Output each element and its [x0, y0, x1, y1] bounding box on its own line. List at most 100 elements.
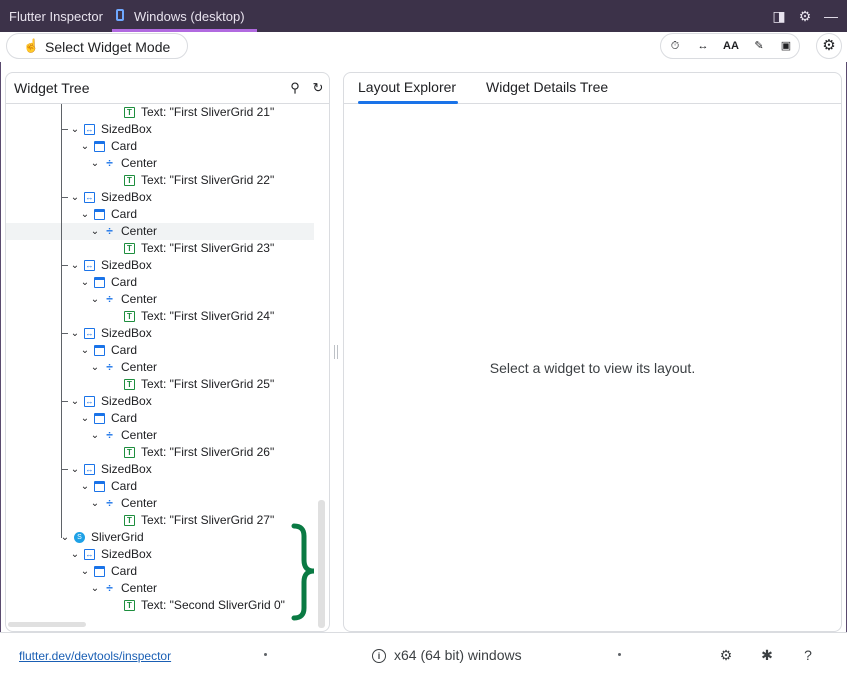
tree-row[interactable]: ⌄ Card	[6, 478, 306, 495]
text-baseline-icon[interactable]: AA	[723, 38, 739, 54]
image-icon[interactable]: ▣	[778, 38, 794, 54]
tree-row-label: SizedBox	[101, 190, 152, 204]
tree-row[interactable]: T Text: "First SliverGrid 24"	[6, 308, 306, 325]
tab-widget-details-tree[interactable]: Widget Details Tree	[486, 79, 608, 95]
tree-guide-line	[61, 469, 68, 470]
tree-row-label: SizedBox	[101, 326, 152, 340]
tree-row[interactable]: T Text: "First SliverGrid 21"	[6, 104, 306, 121]
chevron-down-icon[interactable]: ⌄	[80, 342, 90, 359]
tree-row[interactable]: ⌄ ↔ SizedBox	[6, 189, 306, 206]
dock-icon[interactable]: ◨	[771, 8, 787, 24]
chevron-down-icon[interactable]: ⌄	[90, 291, 100, 308]
chevron-down-icon[interactable]: ⌄	[80, 206, 90, 223]
chevron-down-icon[interactable]: ⌄	[80, 478, 90, 495]
chevron-down-icon[interactable]: ⌄	[90, 223, 100, 240]
chevron-down-icon[interactable]: ⌄	[90, 495, 100, 512]
tree-row[interactable]: ⌄ Card	[6, 206, 306, 223]
help-icon[interactable]: ?	[800, 647, 816, 663]
inspector-settings-button[interactable]: ⚙	[816, 33, 842, 59]
text-widget-icon: T	[124, 447, 135, 458]
tree-row[interactable]: T Text: "Second SliverGrid 0"	[6, 597, 306, 614]
tree-row[interactable]: ⌄ ↔ SizedBox	[6, 393, 306, 410]
chevron-down-icon[interactable]: ⌄	[70, 121, 80, 138]
settings-icon[interactable]: ⚙	[797, 8, 813, 24]
tree-guide-line	[61, 265, 68, 266]
search-icon[interactable]: ⚲	[287, 80, 303, 96]
chevron-down-icon[interactable]: ⌄	[70, 393, 80, 410]
tree-row[interactable]: ⌄ Card	[6, 342, 306, 359]
chevron-down-icon[interactable]: ⌄	[70, 257, 80, 274]
tree-row[interactable]: T Text: "First SliverGrid 26"	[6, 444, 306, 461]
tree-row[interactable]: ⌄ ÷ Center	[6, 223, 314, 240]
platform-info: i x64 (64 bit) windows	[372, 647, 522, 664]
widget-tree-title: Widget Tree	[14, 80, 90, 96]
tab-windows-desktop[interactable]: Windows (desktop)	[112, 0, 257, 32]
sized-widget-icon: ↔	[84, 260, 95, 271]
card-widget-icon	[94, 481, 105, 492]
chevron-down-icon[interactable]: ⌄	[90, 359, 100, 376]
panel-splitter[interactable]	[334, 345, 338, 359]
chevron-down-icon[interactable]: ⌄	[70, 461, 80, 478]
tree-row[interactable]: ⌄ ÷ Center	[6, 580, 306, 597]
tree-row[interactable]: ⌄ Card	[6, 410, 306, 427]
select-widget-mode-button[interactable]: ☝ Select Widget Mode	[6, 33, 188, 59]
separator-dot	[618, 653, 621, 656]
tree-row[interactable]: T Text: "First SliverGrid 27"	[6, 512, 306, 529]
tree-row[interactable]: ⌄ ÷ Center	[6, 427, 306, 444]
tree-row[interactable]: ⌄ S SliverGrid	[6, 529, 306, 546]
tab-layout-explorer[interactable]: Layout Explorer	[358, 79, 456, 95]
card-widget-icon	[94, 345, 105, 356]
tree-row-label: Center	[121, 496, 158, 510]
tree-horizontal-scrollbar[interactable]	[8, 622, 86, 627]
tree-row[interactable]: ⌄ ↔ SizedBox	[6, 461, 306, 478]
tree-row[interactable]: ⌄ ↔ SizedBox	[6, 546, 306, 563]
minimize-icon[interactable]: —	[823, 8, 839, 24]
sized-widget-icon: ↔	[84, 464, 95, 475]
tree-row[interactable]: T Text: "First SliverGrid 22"	[6, 172, 306, 189]
chevron-down-icon[interactable]: ⌄	[70, 189, 80, 206]
card-widget-icon	[94, 277, 105, 288]
tree-row-label: SizedBox	[101, 394, 152, 408]
tree-row[interactable]: ⌄ ↔ SizedBox	[6, 325, 306, 342]
center-widget-icon: ÷	[106, 292, 113, 306]
tree-row[interactable]: ⌄ Card	[6, 274, 306, 291]
chevron-down-icon[interactable]: ⌄	[80, 563, 90, 580]
chevron-down-icon[interactable]: ⌄	[90, 427, 100, 444]
widget-tree-header: Widget Tree ⚲ ↻	[6, 73, 329, 104]
tree-row[interactable]: ⌄ Card	[6, 563, 306, 580]
tree-guide-line	[61, 129, 68, 130]
tab-flutter-inspector[interactable]: Flutter Inspector	[9, 0, 103, 32]
inspector-docs-link[interactable]: flutter.dev/devtools/inspector	[19, 649, 171, 663]
tree-row[interactable]: ⌄ ÷ Center	[6, 359, 306, 376]
tree-row[interactable]: ⌄ ↔ SizedBox	[6, 257, 306, 274]
tree-row[interactable]: ⌄ ÷ Center	[6, 291, 306, 308]
text-widget-icon: T	[124, 243, 135, 254]
details-tabs: Layout Explorer Widget Details Tree	[344, 73, 841, 104]
chevron-down-icon[interactable]: ⌄	[70, 546, 80, 563]
bug-icon[interactable]: ✱	[759, 647, 775, 663]
tree-row[interactable]: ⌄ ÷ Center	[6, 155, 306, 172]
text-widget-icon: T	[124, 107, 135, 118]
tree-row[interactable]: T Text: "First SliverGrid 25"	[6, 376, 306, 393]
chevron-down-icon[interactable]: ⌄	[80, 274, 90, 291]
paint-icon[interactable]: ✎	[751, 38, 767, 54]
settings-icon[interactable]: ⚙	[718, 647, 734, 663]
tree-row[interactable]: ⌄ ↔ SizedBox	[6, 121, 306, 138]
tree-row[interactable]: ⌄ ÷ Center	[6, 495, 306, 512]
tree-guide-line	[61, 104, 62, 538]
chevron-down-icon[interactable]: ⌄	[70, 325, 80, 342]
timer-icon[interactable]: ⏱	[667, 38, 683, 54]
tree-row-label: Center	[121, 428, 158, 442]
chevron-down-icon[interactable]: ⌄	[90, 580, 100, 597]
center-widget-icon: ÷	[106, 428, 113, 442]
chevron-down-icon[interactable]: ⌄	[80, 138, 90, 155]
tree-row[interactable]: T Text: "First SliverGrid 23"	[6, 240, 306, 257]
text-widget-icon: T	[124, 600, 135, 611]
chevron-down-icon[interactable]: ⌄	[90, 155, 100, 172]
guidelines-icon[interactable]: ↔	[695, 38, 711, 54]
refresh-icon[interactable]: ↻	[310, 80, 326, 96]
tree-row[interactable]: ⌄ Card	[6, 138, 306, 155]
tree-guide-line	[61, 401, 68, 402]
chevron-down-icon[interactable]: ⌄	[80, 410, 90, 427]
sliver-widget-icon: S	[74, 532, 85, 543]
